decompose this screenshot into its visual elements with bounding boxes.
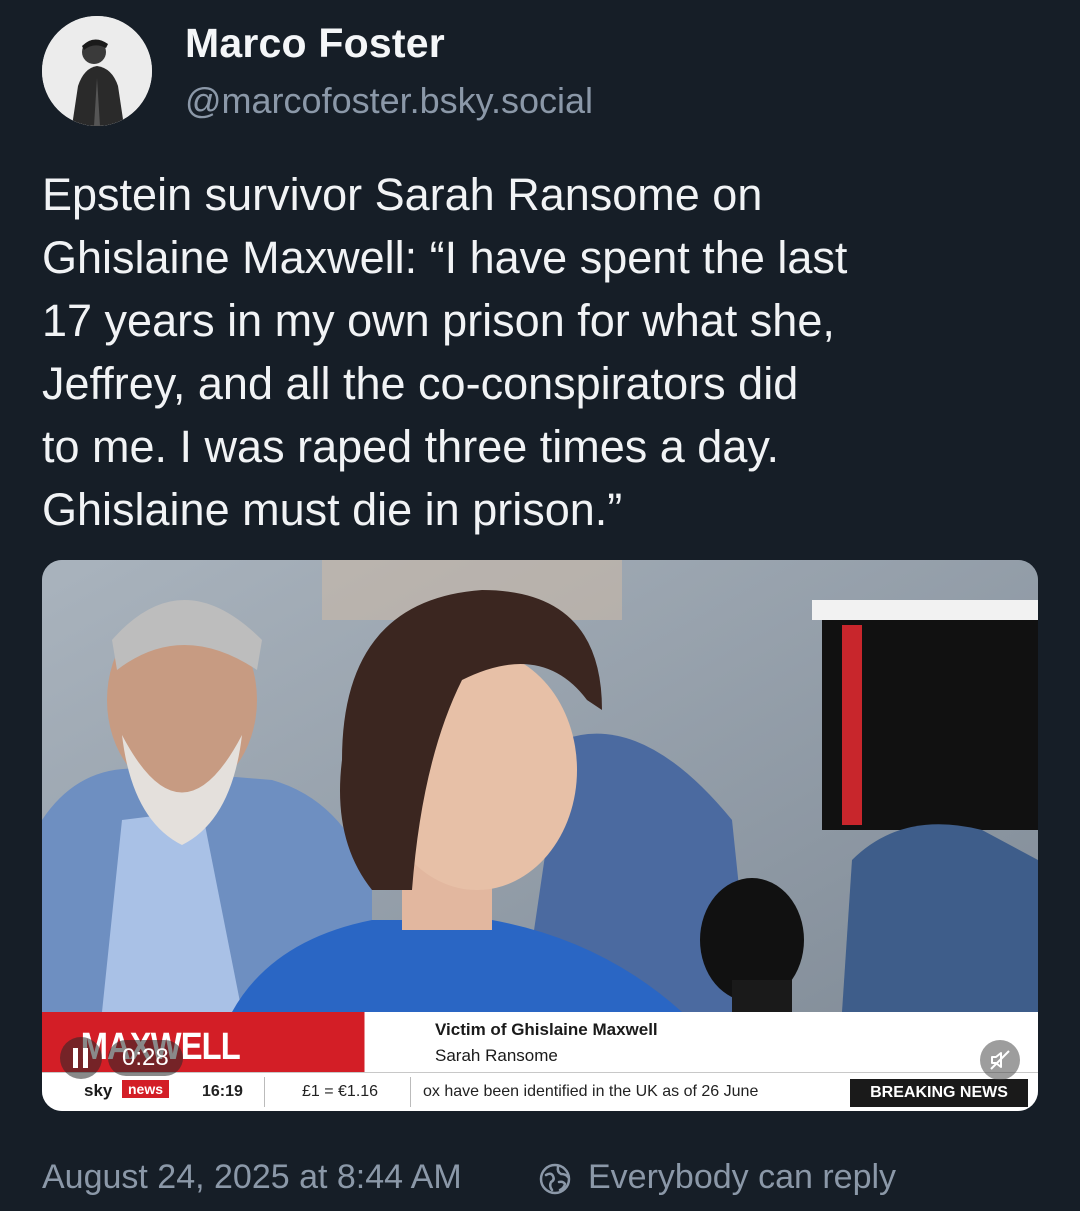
ticker-time: 16:19 <box>202 1083 243 1100</box>
video-elapsed-time: 0:28 <box>108 1040 183 1076</box>
ticker-headline: ox have been identified in the UK as of … <box>423 1083 759 1100</box>
author-avatar[interactable] <box>42 16 152 126</box>
post-text: Epstein survivor Sarah Ransome on Ghisla… <box>42 169 848 535</box>
author-handle[interactable]: @marcofoster.bsky.social <box>185 80 593 122</box>
author-name[interactable]: Marco Foster <box>185 20 445 67</box>
ticker-divider <box>410 1077 411 1107</box>
lower-third-subtitle: Victim of Ghislaine Maxwell <box>435 1020 658 1039</box>
pause-button[interactable] <box>60 1037 102 1079</box>
sky-logo: sky <box>84 1081 113 1100</box>
news-ticker: sky news 16:19 £1 = €1.16 ox have been i… <box>42 1072 1038 1111</box>
ticker-exchange-rate: £1 = €1.16 <box>302 1083 379 1100</box>
breaking-news-badge: BREAKING NEWS <box>850 1079 1028 1107</box>
post-header: Marco Foster @marcofoster.bsky.social <box>42 16 1042 131</box>
pause-icon <box>73 1048 88 1068</box>
mute-button[interactable] <box>980 1040 1020 1080</box>
speaker-muted-icon <box>990 1050 1010 1070</box>
globe-icon <box>539 1163 571 1195</box>
reply-setting[interactable]: Everybody can reply <box>588 1158 896 1197</box>
post-footer: August 24, 2025 at 8:44 AM Everybody can… <box>42 1158 1042 1202</box>
ticker-divider <box>264 1077 265 1107</box>
news-logo: news <box>122 1080 170 1098</box>
video-player[interactable]: MAXWELL SENTENCING Victim of Ghislaine M… <box>42 560 1038 1111</box>
post-timestamp[interactable]: August 24, 2025 at 8:44 AM <box>42 1158 462 1197</box>
lower-third-name: Sarah Ransome <box>435 1046 558 1065</box>
